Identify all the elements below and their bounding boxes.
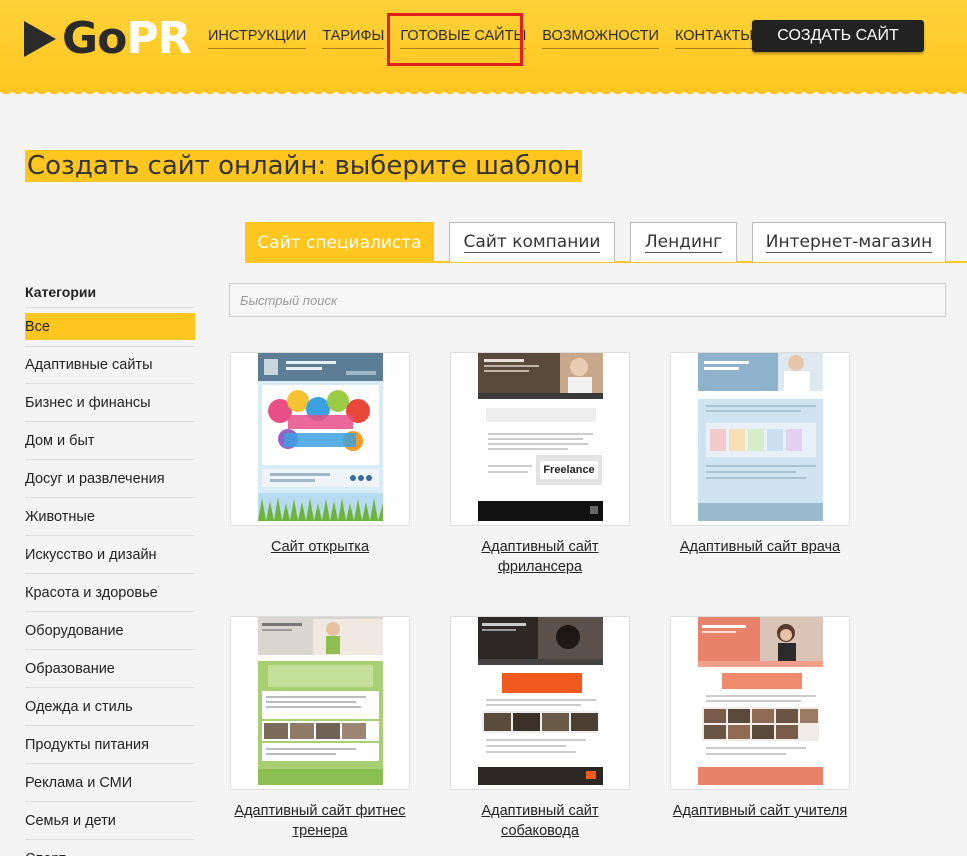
dog-breeder-preview-graphic xyxy=(478,617,603,785)
template-thumbnail[interactable] xyxy=(230,352,410,526)
template-thumbnail[interactable] xyxy=(670,616,850,790)
template-thumbnail[interactable]: Freelance xyxy=(450,352,630,526)
create-site-button[interactable]: СОЗДАТЬ САЙТ xyxy=(752,20,924,52)
template-preview-image xyxy=(698,617,823,785)
category-all[interactable]: Все xyxy=(25,313,195,340)
template-title-link[interactable]: Адаптивный сайт фрилансера xyxy=(481,539,598,575)
template-card: Адаптивный сайт собаковода xyxy=(450,616,630,841)
category-item[interactable]: Реклама и СМИ xyxy=(25,764,195,802)
nav-features[interactable]: ВОЗМОЖНОСТИ xyxy=(542,28,659,49)
category-item[interactable]: Дом и быт xyxy=(25,422,195,460)
tab-landing[interactable]: Лендинг xyxy=(630,222,737,262)
birthday-preview-graphic xyxy=(258,353,383,521)
template-title-link[interactable]: Адаптивный сайт собаковода xyxy=(481,803,598,839)
play-logo-icon xyxy=(24,21,56,57)
category-item[interactable]: Животные xyxy=(25,498,195,536)
category-item[interactable]: Искусство и дизайн xyxy=(25,536,195,574)
category-item[interactable]: Образование xyxy=(25,650,195,688)
template-thumbnail[interactable] xyxy=(450,616,630,790)
template-card: Адаптивный сайт учителя xyxy=(670,616,850,821)
tab-label: Сайт компании xyxy=(463,232,601,253)
template-preview-image xyxy=(258,353,383,521)
template-title-link[interactable]: Адаптивный сайт врача xyxy=(680,539,840,555)
categories-list: Все Адаптивные сайты Бизнес и финансы До… xyxy=(25,307,195,856)
template-card: Адаптивный сайт фитнес тренера xyxy=(230,616,410,841)
template-preview-image xyxy=(258,617,383,785)
template-thumbnail[interactable] xyxy=(230,616,410,790)
template-card: Адаптивный сайт врача xyxy=(670,352,850,557)
template-title-link[interactable]: Адаптивный сайт учителя xyxy=(673,803,847,819)
template-card: Freelance Адаптивный сайт фрилансера xyxy=(450,352,630,577)
category-item[interactable]: Адаптивные сайты xyxy=(25,346,195,384)
nav-pricing[interactable]: ТАРИФЫ xyxy=(322,28,385,49)
logo[interactable]: Go PR xyxy=(24,13,191,64)
nav-instructions[interactable]: ИНСТРУКЦИИ xyxy=(208,28,307,49)
logo-text-go: Go xyxy=(62,13,127,64)
categories-title: Категории xyxy=(25,284,97,300)
tab-label: Интернет-магазин xyxy=(765,232,933,253)
category-item[interactable]: Красота и здоровье xyxy=(25,574,195,612)
logo-text-pr: PR xyxy=(126,13,191,64)
header-zigzag-edge xyxy=(0,88,967,102)
template-preview-image xyxy=(478,617,603,785)
category-item[interactable]: Оборудование xyxy=(25,612,195,650)
template-thumbnail[interactable] xyxy=(670,352,850,526)
category-item[interactable]: Семья и дети xyxy=(25,802,195,840)
page-title: Создать сайт онлайн: выберите шаблон xyxy=(25,150,583,182)
tab-label: Лендинг xyxy=(644,232,723,253)
nav-highlight-box xyxy=(387,13,523,66)
tab-company[interactable]: Сайт компании xyxy=(449,222,615,262)
category-item[interactable]: Досуг и развлечения xyxy=(25,460,195,498)
fitness-preview-graphic xyxy=(258,617,383,785)
nav-contacts[interactable]: КОНТАКТЫ xyxy=(674,28,754,49)
quick-search-input[interactable] xyxy=(229,283,946,317)
category-item[interactable]: Бизнес и финансы xyxy=(25,384,195,422)
freelance-badge: Freelance xyxy=(543,464,595,476)
template-preview-image xyxy=(698,353,823,521)
template-preview-image: Freelance xyxy=(478,353,603,521)
tab-label: Сайт специалиста xyxy=(257,232,422,253)
template-tabs: Сайт специалиста Сайт компании Лендинг И… xyxy=(245,222,967,263)
category-item[interactable]: Продукты питания xyxy=(25,726,195,764)
freelancer-preview-graphic xyxy=(478,353,603,521)
teacher-preview-graphic xyxy=(698,617,823,785)
doctor-preview-graphic xyxy=(698,353,823,521)
tab-specialist[interactable]: Сайт специалиста xyxy=(245,222,434,262)
category-item[interactable]: Одежда и стиль xyxy=(25,688,195,726)
template-title-link[interactable]: Адаптивный сайт фитнес тренера xyxy=(234,803,405,839)
template-card: Сайт открытка xyxy=(230,352,410,557)
category-item[interactable]: Спорт xyxy=(25,840,195,856)
template-title-link[interactable]: Сайт открытка xyxy=(271,539,369,555)
tab-shop[interactable]: Интернет-магазин xyxy=(752,222,946,262)
